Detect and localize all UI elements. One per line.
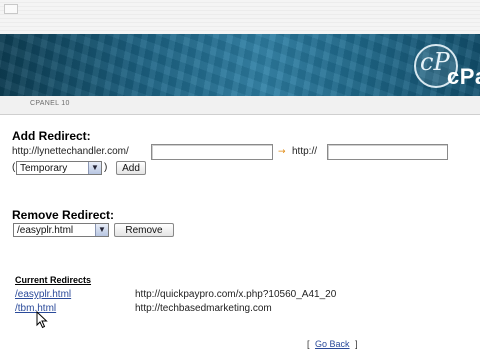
add-redirect-button[interactable]: Add: [116, 161, 146, 175]
remove-redirect-title: Remove Redirect:: [12, 208, 115, 222]
browser-top-strip: [0, 0, 480, 34]
cpanel-brand-text: cPa: [447, 64, 480, 89]
tab-icon[interactable]: [4, 4, 18, 14]
paren-open: (: [12, 162, 16, 173]
redirect-target-text: http://techbasedmarketing.com: [135, 303, 272, 314]
redirect-path-link[interactable]: /easyplr.html: [15, 289, 71, 300]
cpanel-header-banner: cP cPa: [0, 34, 480, 96]
nav-home-link[interactable]: CPANEL 10: [30, 100, 70, 107]
bracket-close: ]: [355, 339, 358, 349]
paren-close: ): [104, 162, 108, 173]
mouse-cursor-icon: [36, 310, 48, 333]
add-redirect-title: Add Redirect:: [12, 129, 91, 143]
redirect-url-input[interactable]: [327, 144, 448, 160]
breadcrumb-bar: CPANEL 10: [0, 96, 480, 115]
redirect-type-select[interactable]: Temporary ▼: [16, 161, 102, 175]
banner-texture: [0, 34, 480, 96]
go-back-link-group[interactable]: [ Go Back ]: [307, 339, 358, 349]
redirect-arrow-icon: →: [278, 147, 286, 157]
redirect-type-value: Temporary: [20, 163, 68, 174]
cpanel-logo-mark: cP: [420, 48, 450, 76]
bracket-open: [: [307, 339, 310, 349]
remove-redirect-button[interactable]: Remove: [114, 223, 174, 237]
remove-redirect-select[interactable]: /easyplr.html ▼: [13, 223, 109, 237]
target-prefix-label: http://: [292, 146, 318, 157]
current-redirects-heading: Current Redirects: [15, 275, 92, 285]
domain-prefix-label: http://lynettechandler.com/: [12, 146, 129, 157]
redirect-target-text: http://quickpaypro.com/x.php?10560_A41_2…: [135, 289, 337, 300]
chevron-down-icon[interactable]: ▼: [95, 224, 108, 236]
chevron-down-icon[interactable]: ▼: [88, 162, 101, 174]
go-back-link[interactable]: Go Back: [315, 339, 350, 349]
remove-redirect-value: /easyplr.html: [17, 225, 74, 236]
redirect-path-input[interactable]: [151, 144, 273, 160]
